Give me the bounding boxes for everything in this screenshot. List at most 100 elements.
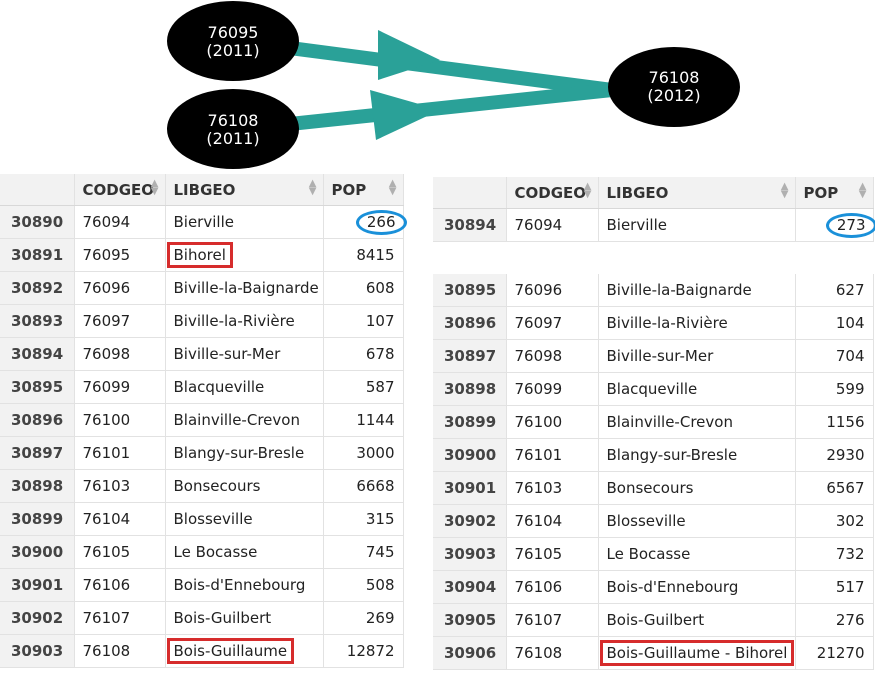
libgeo-cell: Bois-Guilbert: [165, 601, 324, 635]
row-index: 30901: [433, 471, 507, 505]
codgeo-cell: 76107: [506, 603, 599, 637]
sort-icon[interactable]: ▲ ▼: [389, 179, 397, 197]
highlighted-population: 266: [355, 209, 407, 235]
node-code: 76108: [649, 68, 700, 87]
libgeo-cell: Bois-Guillaume - Bihorel: [598, 636, 796, 670]
node-76108-2011: 76108 (2011): [167, 89, 299, 169]
libgeo-cell: Biville-sur-Mer: [598, 339, 796, 373]
row-index: 30893: [0, 304, 75, 338]
column-header-libgeo[interactable]: LIBGEO ▲ ▼: [598, 177, 796, 209]
column-header-label: POP: [803, 183, 839, 202]
column-header-codgeo[interactable]: CODGEO ▲ ▼: [74, 174, 166, 206]
column-header-codgeo[interactable]: CODGEO ▲ ▼: [506, 177, 599, 209]
pop-cell: 276: [795, 603, 874, 637]
pop-cell: 732: [795, 537, 874, 571]
table-row: 30891 76095 Bihorel 8415: [0, 238, 404, 272]
codgeo-cell: 76107: [74, 601, 166, 635]
codgeo-cell: 76103: [74, 469, 166, 503]
table-row: 30895 76096 Biville-la-Baignarde 627: [433, 274, 874, 307]
highlighted-name: Bois-Guillaume - Bihorel: [599, 640, 795, 666]
empty-cell: [598, 241, 795, 274]
pop-cell: 1156: [795, 405, 874, 439]
node-year: (2011): [206, 41, 259, 60]
column-header-label: CODGEO: [514, 183, 587, 202]
codgeo-cell: 76097: [506, 306, 599, 340]
table-row: 30897 76101 Blangy-sur-Bresle 3000: [0, 436, 404, 470]
sort-icon[interactable]: ▲ ▼: [781, 182, 789, 200]
codgeo-cell: 76094: [74, 205, 166, 239]
table-row: 30898 76099 Blacqueville 599: [433, 372, 874, 406]
pop-cell: 315: [323, 502, 404, 536]
right-data-table: CODGEO ▲ ▼ LIBGEO ▲ ▼ POP ▲ ▼ 30894 76094 Biervi…: [433, 177, 875, 670]
row-index: 30906: [433, 636, 507, 670]
codgeo-cell: 76095: [74, 238, 166, 272]
libgeo-cell: Le Bocasse: [598, 537, 796, 571]
table-row: 30901 76106 Bois-d'Ennebourg 508: [0, 568, 404, 602]
table-row: 30902 76107 Bois-Guilbert 269: [0, 601, 404, 635]
sort-icon[interactable]: ▲ ▼: [151, 179, 159, 197]
pop-cell: 104: [795, 306, 874, 340]
libgeo-cell: Bois-d'Ennebourg: [165, 568, 324, 602]
row-index: 30890: [0, 205, 75, 239]
libgeo-cell: Bierville: [598, 208, 796, 242]
table-row: 30892 76096 Biville-la-Baignarde 608: [0, 271, 404, 305]
pop-cell: 6668: [323, 469, 404, 503]
pop-cell: 1144: [323, 403, 404, 437]
pop-cell: 302: [795, 504, 874, 538]
row-index: 30898: [0, 469, 75, 503]
table-row: 30904 76106 Bois-d'Ennebourg 517: [433, 570, 874, 604]
row-index: 30896: [0, 403, 75, 437]
pop-cell: 745: [323, 535, 404, 569]
pop-cell: 266: [323, 205, 407, 239]
libgeo-cell: Blangy-sur-Bresle: [598, 438, 796, 472]
table-row: 30905 76107 Bois-Guilbert 276: [433, 603, 874, 637]
highlighted-name: Bois-Guillaume: [166, 638, 295, 664]
libgeo-cell: Blangy-sur-Bresle: [165, 436, 324, 470]
libgeo-cell: Bonsecours: [598, 471, 796, 505]
node-code: 76095: [208, 23, 259, 42]
libgeo-cell: Bierville: [165, 205, 324, 239]
sort-icon[interactable]: ▲ ▼: [309, 179, 317, 197]
row-index: 30897: [433, 339, 507, 373]
pop-cell: 3000: [323, 436, 404, 470]
row-index: 30900: [0, 535, 75, 569]
libgeo-cell: Biville-la-Rivière: [598, 306, 796, 340]
table-row: 30893 76097 Biville-la-Rivière 107: [0, 304, 404, 338]
libgeo-cell: Blainville-Crevon: [598, 405, 796, 439]
left-data-table: CODGEO ▲ ▼ LIBGEO ▲ ▼ POP ▲ ▼ 30890 76094 Biervi…: [0, 174, 407, 668]
libgeo-cell: Biville-la-Rivière: [165, 304, 324, 338]
codgeo-cell: 76108: [506, 636, 599, 670]
pop-cell: 6567: [795, 471, 874, 505]
table-row: 30897 76098 Biville-sur-Mer 704: [433, 339, 874, 373]
table-row: 30898 76103 Bonsecours 6668: [0, 469, 404, 503]
pop-cell: 269: [323, 601, 404, 635]
node-code: 76108: [208, 111, 259, 130]
row-index: 30902: [0, 601, 75, 635]
codgeo-cell: 76101: [74, 436, 166, 470]
codgeo-cell: 76096: [506, 274, 599, 307]
table-row: 30903 76108 Bois-Guillaume 12872: [0, 634, 404, 668]
row-index: 30904: [433, 570, 507, 604]
table-row: 30899 76104 Blosseville 315: [0, 502, 404, 536]
node-76095-2011: 76095 (2011): [167, 1, 299, 81]
column-header-pop[interactable]: POP ▲ ▼: [795, 177, 874, 209]
libgeo-cell: Blainville-Crevon: [165, 403, 324, 437]
pop-cell: 587: [323, 370, 404, 404]
sort-icon[interactable]: ▲ ▼: [859, 182, 867, 200]
row-index: 30894: [0, 337, 75, 371]
codgeo-cell: 76097: [74, 304, 166, 338]
pop-cell: 8415: [323, 238, 404, 272]
column-header-libgeo[interactable]: LIBGEO ▲ ▼: [165, 174, 324, 206]
column-header-pop[interactable]: POP ▲ ▼: [323, 174, 404, 206]
codgeo-cell: 76106: [74, 568, 166, 602]
codgeo-cell: 76098: [74, 337, 166, 371]
sort-icon[interactable]: ▲ ▼: [584, 182, 592, 200]
edge-76108-2011-to-76108-2012: [289, 83, 613, 140]
row-index: 30903: [433, 537, 507, 571]
libgeo-cell: Bois-Guillaume: [165, 634, 324, 668]
column-header-label: LIBGEO: [173, 180, 236, 199]
empty-gap-row: [433, 241, 873, 274]
highlighted-name: Bihorel: [166, 242, 233, 268]
codgeo-cell: 76099: [506, 372, 599, 406]
highlighted-population: 273: [825, 212, 875, 238]
